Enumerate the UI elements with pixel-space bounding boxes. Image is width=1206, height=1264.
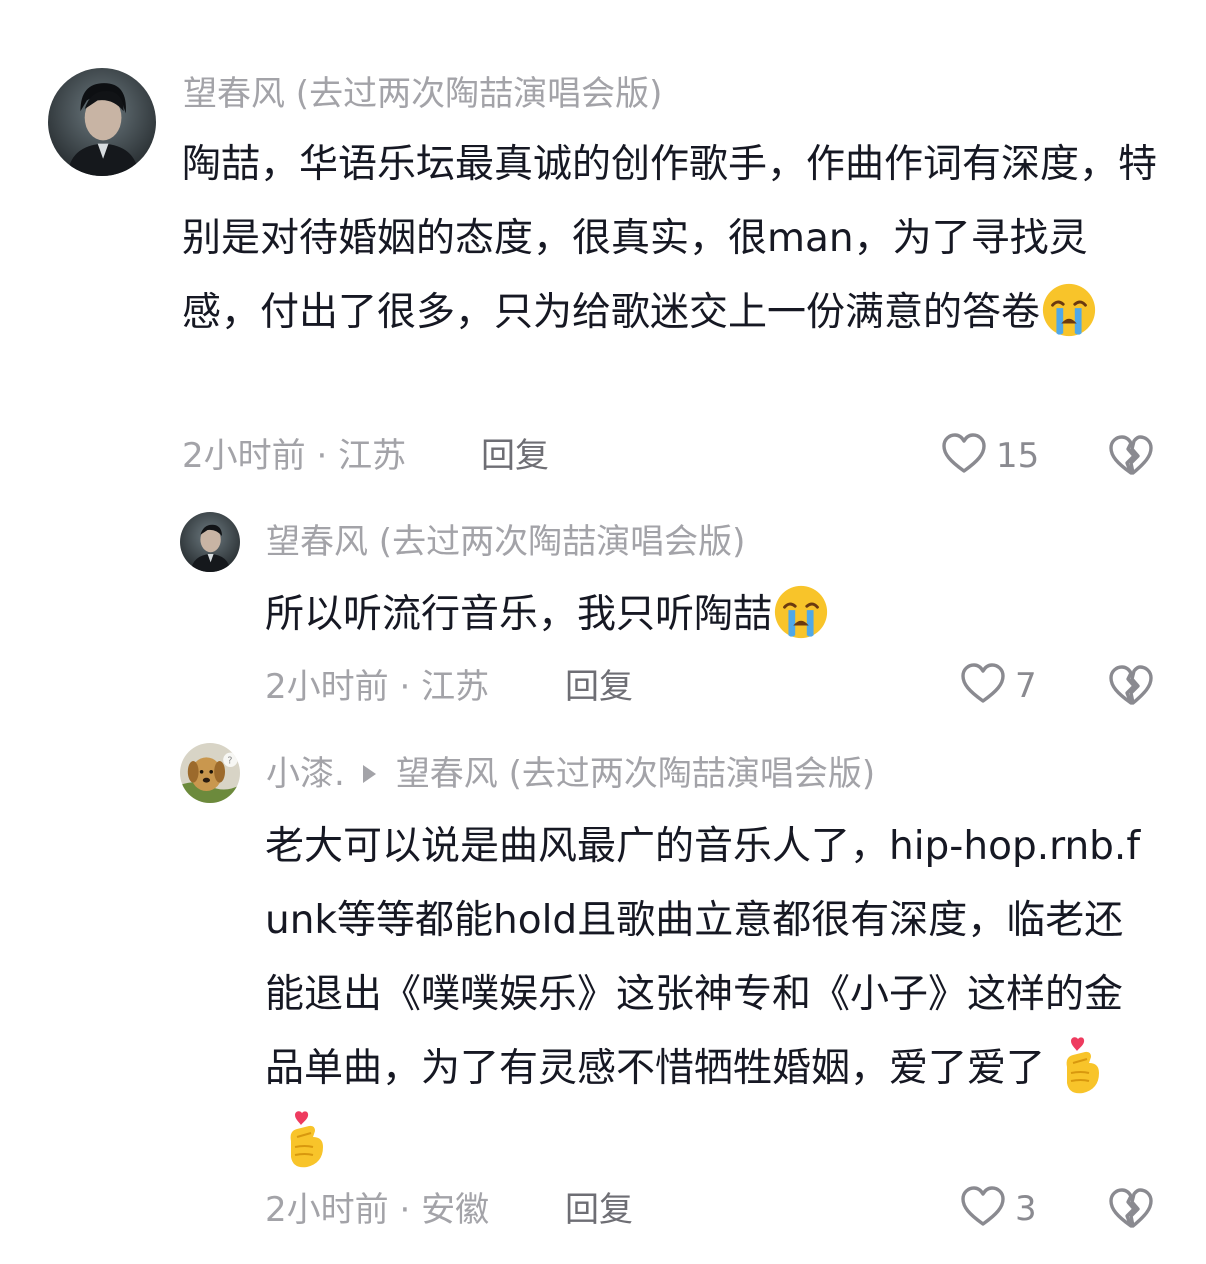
avatar[interactable] [48, 68, 156, 176]
comment-text: 老大可以说是曲风最广的音乐人了，hip-hop.rnb.funk等等都能hold… [265, 810, 1153, 1180]
meta-separator: · [399, 1190, 411, 1230]
comment-text: 陶喆，华语乐坛最真诚的创作歌手，作曲作词有深度，特别是对待婚姻的态度，很真实，很… [182, 128, 1157, 350]
comment-location: 江苏 [338, 436, 407, 476]
broken-heart-icon [1107, 1188, 1155, 1237]
reply-arrow-icon [362, 764, 376, 783]
dislike-button[interactable] [1107, 662, 1155, 710]
author-name[interactable]: 小漆. [266, 754, 345, 794]
comment-meta: 2小时前 · 江苏 [182, 434, 406, 478]
avatar[interactable] [180, 512, 240, 572]
finger-heart-icon [283, 1109, 329, 1171]
meta-separator: · [316, 436, 328, 476]
broken-heart-icon [1107, 665, 1155, 714]
comment-text-content: 老大可以说是曲风最广的音乐人了，hip-hop.rnb.funk等等都能hold… [265, 824, 1141, 1091]
comment-time: 2小时前 [265, 1190, 389, 1230]
avatar[interactable]: ? [180, 743, 240, 803]
comment-location: 江苏 [421, 667, 490, 707]
reply-button[interactable]: 回复 [565, 665, 633, 709]
like-count: 15 [996, 436, 1040, 476]
dislike-button[interactable] [1107, 1185, 1155, 1233]
reply-button[interactable]: 回复 [481, 434, 549, 478]
comment-location: 安徽 [421, 1190, 490, 1230]
like-count: 7 [1015, 666, 1037, 706]
dislike-button[interactable] [1107, 432, 1155, 480]
meta-separator: · [399, 667, 411, 707]
like-count: 3 [1015, 1189, 1037, 1229]
like-button[interactable]: 7 [959, 662, 1037, 710]
comment-text-content: 陶喆，华语乐坛最真诚的创作歌手，作曲作词有深度，特别是对待婚姻的态度，很真实，很… [182, 142, 1158, 335]
comment-text: 所以听流行音乐，我只听陶喆 [265, 578, 1165, 652]
comment-time: 2小时前 [182, 436, 306, 476]
loudly-crying-face-icon [772, 583, 830, 641]
reply-target-name[interactable]: 望春风 (去过两次陶喆演唱会版) [396, 754, 875, 794]
heart-icon [959, 660, 1007, 712]
heart-icon [940, 430, 988, 482]
comment-time: 2小时前 [265, 667, 389, 707]
reply-button[interactable]: 回复 [565, 1188, 633, 1232]
broken-heart-icon [1107, 435, 1155, 484]
like-button[interactable]: 15 [940, 432, 1039, 480]
like-button[interactable]: 3 [959, 1185, 1037, 1233]
comment-thread: 望春风 (去过两次陶喆演唱会版) 陶喆，华语乐坛最真诚的创作歌手，作曲作词有深度… [0, 0, 1206, 1264]
svg-text:?: ? [227, 755, 232, 766]
heart-icon [959, 1183, 1007, 1235]
comment-username[interactable]: 望春风 (去过两次陶喆演唱会版) [266, 520, 745, 564]
comment-text-content: 所以听流行音乐，我只听陶喆 [265, 592, 773, 637]
comment-meta: 2小时前 · 安徽 [265, 1188, 489, 1232]
comment-meta: 2小时前 · 江苏 [265, 665, 489, 709]
loudly-crying-face-icon [1040, 281, 1098, 339]
comment-username: 小漆. 望春风 (去过两次陶喆演唱会版) [266, 752, 875, 796]
comment-username[interactable]: 望春风 (去过两次陶喆演唱会版) [183, 72, 662, 116]
finger-heart-icon [1059, 1035, 1105, 1097]
